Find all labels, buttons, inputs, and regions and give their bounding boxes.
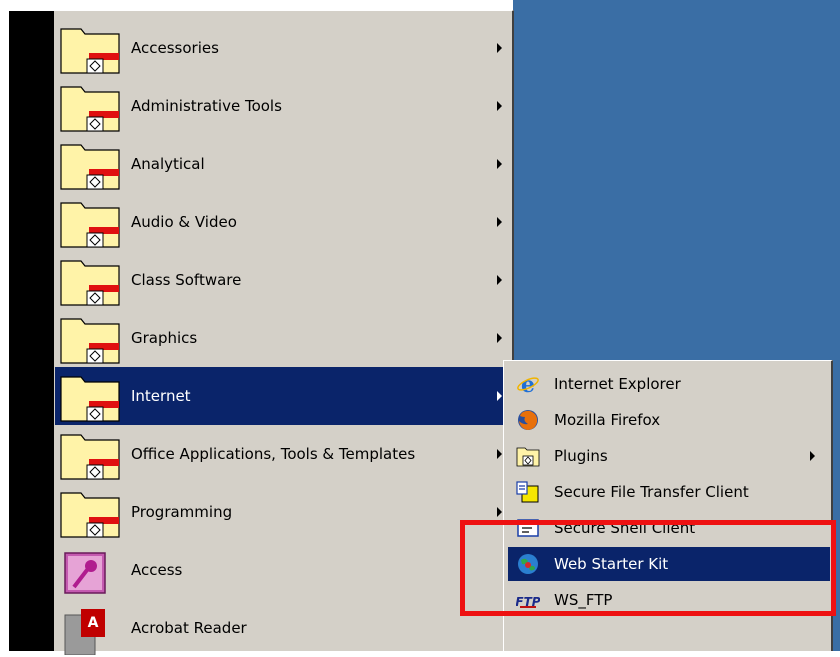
program-folder-icon bbox=[60, 434, 120, 480]
program-folder-icon bbox=[60, 86, 120, 132]
program-folder-icon bbox=[60, 28, 120, 74]
internet-explorer-icon: e bbox=[517, 372, 539, 396]
menu-item-label: Analytical bbox=[131, 155, 205, 173]
program-folder-icon bbox=[60, 202, 120, 248]
menu-item-administrative-tools[interactable]: Administrative Tools bbox=[55, 77, 511, 135]
menu-item-acrobat-reader[interactable]: A Acrobat Reader bbox=[55, 599, 511, 657]
submenu-arrow-icon bbox=[497, 275, 502, 285]
program-folder-icon bbox=[60, 376, 120, 422]
menu-item-access[interactable]: Access bbox=[55, 541, 511, 599]
program-folder-icon bbox=[60, 260, 120, 306]
submenu-arrow-icon bbox=[497, 391, 502, 401]
submenu-item-internet-explorer[interactable]: e Internet Explorer bbox=[508, 367, 830, 401]
submenu-item-label: Secure File Transfer Client bbox=[554, 483, 749, 501]
menu-item-graphics[interactable]: Graphics bbox=[55, 309, 511, 367]
menu-item-label: Office Applications, Tools & Templates bbox=[131, 445, 416, 463]
firefox-icon bbox=[518, 410, 538, 430]
program-folder-icon bbox=[60, 492, 120, 538]
submenu-item-label: Mozilla Firefox bbox=[554, 411, 661, 429]
menu-item-label: Accessories bbox=[131, 39, 219, 57]
program-folder-icon bbox=[60, 318, 120, 364]
program-folder-icon bbox=[516, 447, 540, 467]
menu-item-analytical[interactable]: Analytical bbox=[55, 135, 511, 193]
submenu-item-label: Plugins bbox=[554, 447, 608, 465]
submenu-arrow-icon bbox=[497, 449, 502, 459]
menu-item-accessories[interactable]: Accessories bbox=[55, 19, 511, 77]
submenu-arrow-icon bbox=[497, 507, 502, 517]
menu-item-label: Internet bbox=[131, 387, 191, 405]
menu-item-office-applications[interactable]: Office Applications, Tools & Templates bbox=[55, 425, 511, 483]
annotation-highlight-box bbox=[460, 520, 836, 616]
menu-item-internet[interactable]: Internet bbox=[55, 367, 511, 425]
submenu-arrow-icon bbox=[497, 43, 502, 53]
menu-item-class-software[interactable]: Class Software bbox=[55, 251, 511, 309]
submenu-item-secure-file-transfer-client[interactable]: Secure File Transfer Client bbox=[508, 475, 830, 509]
menu-item-audio-video[interactable]: Audio & Video bbox=[55, 193, 511, 251]
submenu-arrow-icon bbox=[497, 101, 502, 111]
submenu-arrow-icon bbox=[497, 159, 502, 169]
programs-menu: Accessories Administrative Tools Analyti… bbox=[8, 10, 514, 655]
menu-item-programming[interactable]: Programming bbox=[55, 483, 511, 541]
program-folder-icon bbox=[60, 144, 120, 190]
submenu-item-mozilla-firefox[interactable]: Mozilla Firefox bbox=[508, 403, 830, 437]
svg-text:A: A bbox=[88, 615, 99, 631]
menu-item-label: Graphics bbox=[131, 329, 198, 347]
access-key-icon bbox=[64, 552, 106, 594]
submenu-arrow-icon bbox=[497, 333, 502, 343]
submenu-arrow-icon bbox=[497, 217, 502, 227]
submenu-item-plugins[interactable]: Plugins bbox=[508, 439, 830, 473]
secure-file-transfer-icon bbox=[516, 481, 539, 503]
svg-text:e: e bbox=[521, 372, 535, 396]
menu-item-label: Programming bbox=[131, 503, 233, 521]
menu-item-label: Acrobat Reader bbox=[131, 619, 247, 637]
menu-item-label: Administrative Tools bbox=[131, 97, 282, 115]
start-menu-side-strip bbox=[9, 11, 54, 651]
menu-item-label: Audio & Video bbox=[131, 213, 237, 231]
acrobat-reader-icon: A bbox=[64, 609, 105, 655]
submenu-item-label: Internet Explorer bbox=[554, 375, 681, 393]
menu-item-label: Access bbox=[131, 561, 183, 579]
submenu-arrow-icon bbox=[810, 451, 815, 461]
menu-item-label: Class Software bbox=[131, 271, 242, 289]
